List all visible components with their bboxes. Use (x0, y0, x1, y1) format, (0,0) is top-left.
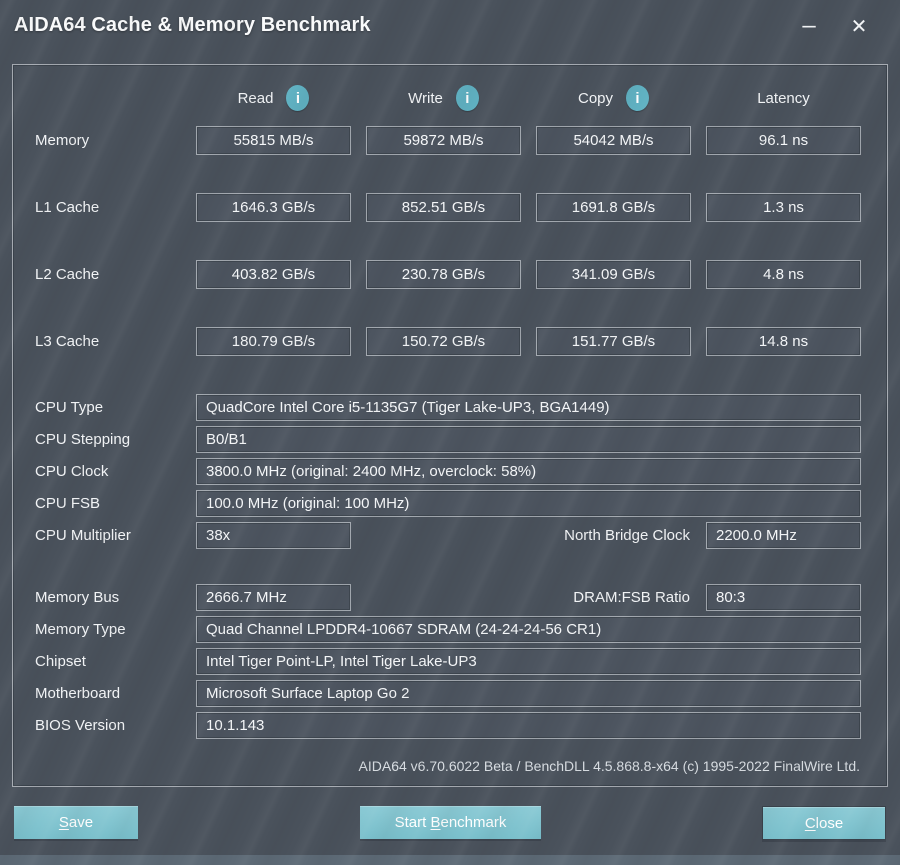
cpu-clock-value: 3800.0 MHz (original: 2400 MHz, overcloc… (196, 458, 861, 485)
l3-latency-value: 14.8 ns (706, 327, 861, 356)
memory-bus-row: Memory Bus 2666.7 MHz DRAM:FSB Ratio 80:… (0, 584, 900, 611)
motherboard-value: Microsoft Surface Laptop Go 2 (196, 680, 861, 707)
cpu-fsb-label: CPU FSB (35, 495, 101, 512)
l3-copy-value: 151.77 GB/s (536, 327, 691, 356)
memory-write-value: 59872 MB/s (366, 126, 521, 155)
write-header-label: Write (408, 89, 443, 107)
l2-latency-value: 4.8 ns (706, 260, 861, 289)
close-button-label: Close (804, 814, 844, 832)
background-window-edge (0, 855, 900, 865)
motherboard-row: Motherboard Microsoft Surface Laptop Go … (0, 680, 900, 707)
memory-bus-label: Memory Bus (35, 589, 120, 606)
l3-cache-row-label: L3 Cache (35, 333, 100, 350)
l2-write-value: 230.78 GB/s (366, 260, 521, 289)
close-button[interactable]: Close (762, 806, 886, 840)
l1-write-value: 852.51 GB/s (366, 193, 521, 222)
bios-version-row: BIOS Version 10.1.143 (0, 712, 900, 739)
start-benchmark-button[interactable]: Start Benchmark (360, 806, 541, 839)
cpu-type-row: CPU Type QuadCore Intel Core i5-1135G7 (… (0, 394, 900, 421)
copy-info-icon[interactable]: i (626, 85, 650, 111)
cpu-multiplier-label: CPU Multiplier (35, 527, 131, 544)
memory-row-label: Memory (35, 132, 90, 149)
north-bridge-clock-label: North Bridge Clock (564, 527, 690, 544)
read-header-label: Read (237, 89, 274, 107)
l3-cache-benchmark-row: L3 Cache 180.79 GB/s 150.72 GB/s 151.77 … (0, 327, 900, 356)
cpu-clock-row: CPU Clock 3800.0 MHz (original: 2400 MHz… (0, 458, 900, 485)
column-header-read: Read i (196, 85, 351, 111)
window-close-button[interactable]: ✕ (842, 8, 876, 44)
cpu-fsb-value: 100.0 MHz (original: 100 MHz) (196, 490, 861, 517)
memory-type-row: Memory Type Quad Channel LPDDR4-10667 SD… (0, 616, 900, 643)
start-benchmark-button-label: Start Benchmark (394, 814, 507, 831)
cpu-type-value: QuadCore Intel Core i5-1135G7 (Tiger Lak… (196, 394, 861, 421)
save-button[interactable]: Save (14, 806, 138, 839)
memory-bus-value: 2666.7 MHz (196, 584, 351, 611)
read-info-icon[interactable]: i (286, 85, 310, 111)
memory-latency-value: 96.1 ns (706, 126, 861, 155)
cpu-multiplier-row: CPU Multiplier 38x North Bridge Clock 22… (0, 522, 900, 549)
chipset-value: Intel Tiger Point-LP, Intel Tiger Lake-U… (196, 648, 861, 675)
chipset-label: Chipset (35, 653, 86, 670)
minimize-button[interactable]: – (792, 8, 826, 44)
l1-read-value: 1646.3 GB/s (196, 193, 351, 222)
cpu-stepping-value: B0/B1 (196, 426, 861, 453)
memory-read-value: 55815 MB/s (196, 126, 351, 155)
column-header-copy: Copy i (536, 85, 691, 111)
l2-cache-row-label: L2 Cache (35, 266, 100, 283)
l1-cache-benchmark-row: L1 Cache 1646.3 GB/s 852.51 GB/s 1691.8 … (0, 193, 900, 222)
memory-copy-value: 54042 MB/s (536, 126, 691, 155)
l2-read-value: 403.82 GB/s (196, 260, 351, 289)
cpu-stepping-row: CPU Stepping B0/B1 (0, 426, 900, 453)
l3-read-value: 180.79 GB/s (196, 327, 351, 356)
column-header-latency: Latency (706, 86, 861, 110)
dram-fsb-ratio-value: 80:3 (706, 584, 861, 611)
version-credits: AIDA64 v6.70.6022 Beta / BenchDLL 4.5.86… (358, 758, 860, 774)
l1-latency-value: 1.3 ns (706, 193, 861, 222)
window-title: AIDA64 Cache & Memory Benchmark (14, 14, 371, 36)
motherboard-label: Motherboard (35, 685, 121, 702)
cpu-multiplier-value: 38x (196, 522, 351, 549)
l1-cache-row-label: L1 Cache (35, 199, 100, 216)
memory-type-value: Quad Channel LPDDR4-10667 SDRAM (24-24-2… (196, 616, 861, 643)
column-header-row: Read i Write i Copy i Latency (0, 85, 900, 111)
chipset-row: Chipset Intel Tiger Point-LP, Intel Tige… (0, 648, 900, 675)
cpu-fsb-row: CPU FSB 100.0 MHz (original: 100 MHz) (0, 490, 900, 517)
column-header-write: Write i (366, 85, 521, 111)
save-button-label: Save (58, 814, 94, 831)
write-info-icon[interactable]: i (455, 85, 479, 111)
cpu-type-label: CPU Type (35, 399, 104, 416)
bios-version-label: BIOS Version (35, 717, 126, 734)
minimize-icon: – (802, 12, 816, 39)
bios-version-value: 10.1.143 (196, 712, 861, 739)
close-icon: ✕ (850, 15, 868, 38)
memory-benchmark-row: Memory 55815 MB/s 59872 MB/s 54042 MB/s … (0, 126, 900, 155)
l2-copy-value: 341.09 GB/s (536, 260, 691, 289)
dram-fsb-ratio-label: DRAM:FSB Ratio (573, 589, 690, 606)
latency-header-label: Latency (757, 89, 810, 107)
cpu-clock-label: CPU Clock (35, 463, 109, 480)
north-bridge-clock-value: 2200.0 MHz (706, 522, 861, 549)
l3-write-value: 150.72 GB/s (366, 327, 521, 356)
l1-copy-value: 1691.8 GB/s (536, 193, 691, 222)
cpu-stepping-label: CPU Stepping (35, 431, 131, 448)
titlebar[interactable]: AIDA64 Cache & Memory Benchmark – ✕ (0, 0, 900, 58)
l2-cache-benchmark-row: L2 Cache 403.82 GB/s 230.78 GB/s 341.09 … (0, 260, 900, 289)
copy-header-label: Copy (577, 89, 614, 107)
memory-type-label: Memory Type (35, 621, 126, 638)
